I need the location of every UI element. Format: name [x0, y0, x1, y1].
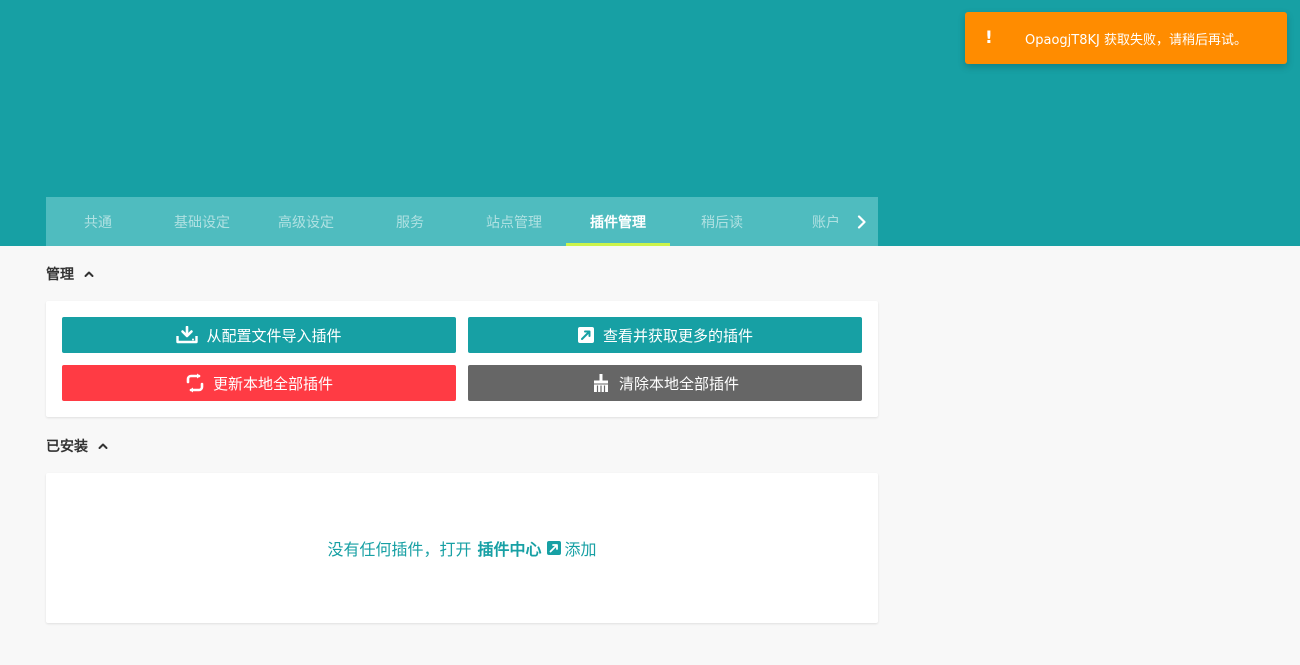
tab-common[interactable]: 共通: [46, 197, 150, 246]
empty-state-message: 没有任何插件，打开 插件中心 添加: [46, 473, 878, 623]
exclamation-icon: !: [985, 28, 993, 48]
refresh-icon: [186, 373, 204, 393]
tab-label: 账户: [812, 214, 840, 231]
external-link-icon: [577, 327, 594, 343]
tab-label: 站点管理: [486, 214, 542, 231]
tab-read-later[interactable]: 稍后读: [670, 197, 774, 246]
import-plugins-button[interactable]: 从配置文件导入插件: [62, 317, 456, 353]
empty-state-suffix: 添加: [564, 540, 597, 559]
active-tab-indicator: [566, 243, 670, 246]
tab-label: 稍后读: [701, 214, 743, 231]
chevron-right-icon: [857, 214, 866, 229]
toast-message: OpaogjT8KJ 获取失败，请稍后再试。: [1025, 32, 1247, 48]
manage-section-toggle[interactable]: 管理: [46, 264, 94, 284]
clear-all-plugins-button[interactable]: 清除本地全部插件: [468, 365, 862, 401]
section-title: 已安装: [46, 439, 88, 455]
chevron-up-icon: [98, 443, 108, 449]
error-toast[interactable]: ! OpaogjT8KJ 获取失败，请稍后再试。: [965, 12, 1287, 64]
settings-tab-bar: 共通 基础设定 高级设定 服务 站点管理 插件管理 稍后读 账户: [46, 197, 878, 246]
button-label: 更新本地全部插件: [212, 374, 333, 393]
button-label: 从配置文件导入插件: [206, 326, 342, 345]
tab-services[interactable]: 服务: [358, 197, 462, 246]
plugin-center-link[interactable]: 插件中心: [477, 536, 541, 560]
update-all-plugins-button[interactable]: 更新本地全部插件: [62, 365, 456, 401]
section-title: 管理: [46, 267, 74, 283]
external-link-icon[interactable]: [546, 540, 562, 556]
tab-label: 基础设定: [174, 214, 230, 231]
empty-state-prefix: 没有任何插件，打开: [327, 540, 472, 559]
tab-basic-settings[interactable]: 基础设定: [150, 197, 254, 246]
installed-card: 没有任何插件，打开 插件中心 添加: [46, 473, 878, 623]
manage-card: 从配置文件导入插件 查看并获取更多的插件 更新本地全部插件 清除本地全部插件: [46, 301, 878, 417]
tab-advanced-settings[interactable]: 高级设定: [254, 197, 358, 246]
button-label: 查看并获取更多的插件: [602, 326, 753, 345]
tab-label: 插件管理: [590, 214, 646, 231]
installed-section-toggle[interactable]: 已安装: [46, 436, 108, 456]
tab-site-management[interactable]: 站点管理: [462, 197, 566, 246]
tabs-next-button[interactable]: [846, 197, 878, 246]
button-label: 清除本地全部插件: [618, 374, 739, 393]
broom-icon: [593, 374, 608, 392]
chevron-up-icon: [84, 271, 94, 277]
download-tray-icon: [176, 326, 199, 344]
tab-label: 共通: [84, 214, 112, 231]
tab-label: 服务: [396, 214, 424, 231]
get-more-plugins-button[interactable]: 查看并获取更多的插件: [468, 317, 862, 353]
tab-plugin-management[interactable]: 插件管理: [566, 197, 670, 246]
tab-label: 高级设定: [278, 214, 334, 231]
